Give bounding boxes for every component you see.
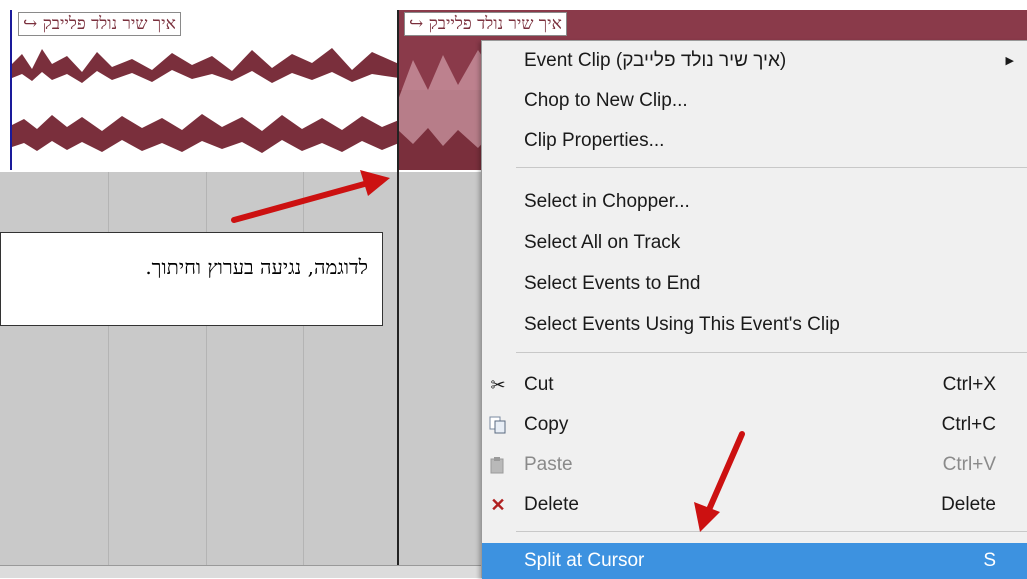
menu-item-cut[interactable]: ✂ Cut Ctrl+X (482, 367, 1027, 403)
delete-icon: ✕ (490, 495, 506, 515)
submenu-arrow-icon: ▶ (1005, 55, 1014, 67)
paste-icon (488, 455, 508, 475)
clip-1-title: ↪ איך שיר נולד פלייבק (18, 12, 181, 36)
waveform-bottom-1 (12, 114, 399, 153)
menu-separator (516, 352, 1027, 353)
clip-2-title: ↪ איך שיר נולד פלייבק (404, 12, 567, 36)
scissors-icon: ✂ (490, 375, 506, 395)
menu-item-select-in-chopper[interactable]: Select in Chopper... (482, 184, 1027, 220)
menu-item-select-events-to-end[interactable]: Select Events to End (482, 266, 1027, 302)
copy-icon (488, 415, 508, 435)
menu-item-copy[interactable]: Copy Ctrl+C (482, 407, 1027, 443)
arrow-icon: ↪ (23, 14, 38, 34)
annotation-callout: לדוגמה, נגיעה בערוץ וחיתוך. (0, 232, 383, 326)
edit-cursor[interactable] (397, 10, 399, 577)
menu-item-select-events-using-clip[interactable]: Select Events Using This Event's Clip (482, 307, 1027, 343)
arrow-icon: ↪ (409, 14, 424, 34)
menu-item-select-all-on-track[interactable]: Select All on Track (482, 225, 1027, 261)
menu-item-split-at-cursor[interactable]: Split at Cursor S (482, 543, 1027, 579)
menu-item-delete[interactable]: ✕ Delete Delete (482, 487, 1027, 523)
menu-item-clip-properties[interactable]: Clip Properties... (482, 123, 1027, 159)
menu-item-event-clip[interactable]: Event Clip (איך שיר נולד פלייבק) ▶ (482, 43, 1027, 79)
menu-separator (516, 167, 1027, 168)
waveform-top-1 (12, 48, 399, 83)
context-menu[interactable]: Event Clip (איך שיר נולד פלייבק) ▶ Chop … (481, 40, 1027, 579)
callout-text: לדוגמה, נגיעה בערוץ וחיתוך. (145, 255, 368, 279)
event-clip-1[interactable]: ↪ איך שיר נולד פלייבק (10, 10, 400, 170)
menu-item-paste[interactable]: Paste Ctrl+V (482, 447, 1027, 483)
menu-item-chop-to-new-clip[interactable]: Chop to New Clip... (482, 83, 1027, 119)
menu-separator (516, 531, 1027, 532)
